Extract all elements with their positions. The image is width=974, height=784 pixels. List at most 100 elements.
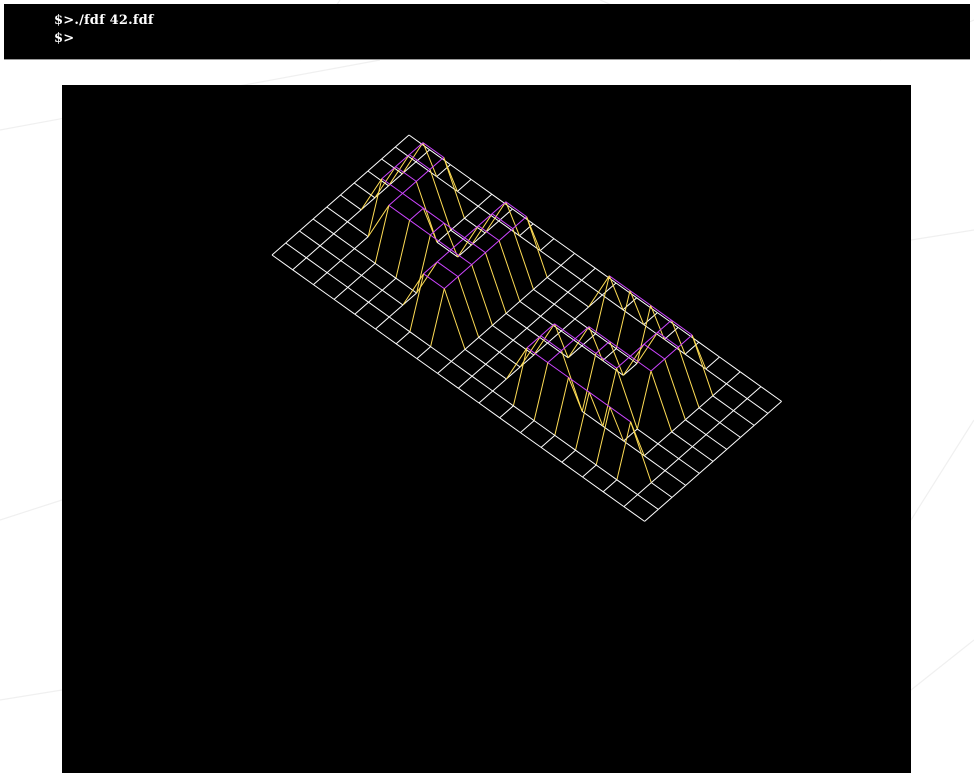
wireframe-edge	[636, 297, 658, 314]
wireframe-edge	[595, 275, 610, 334]
wireframe-edge	[540, 335, 562, 352]
wireframe-edge	[595, 341, 610, 354]
wireframe-edge	[430, 234, 452, 251]
wireframe-edge	[367, 158, 382, 172]
wireframe-edge	[581, 279, 603, 296]
wireframe-edge	[375, 316, 390, 330]
wireframe-edge	[333, 233, 355, 250]
wireframe-edge	[520, 432, 542, 448]
wireframe-edge	[705, 422, 721, 435]
wireframe-edge	[312, 218, 335, 235]
wireframe-edge	[664, 358, 686, 420]
wireframe-edge	[498, 240, 521, 302]
wireframe-edge	[436, 249, 452, 263]
wireframe-edge	[651, 482, 673, 498]
wireframe-edge	[746, 398, 769, 414]
wireframe-edge	[354, 236, 369, 249]
wireframe-edge	[540, 303, 555, 317]
wireframe-edge	[478, 390, 494, 404]
wireframe-edge	[395, 331, 411, 345]
wireframe-edge	[657, 319, 672, 333]
fdf-render-window[interactable]	[62, 85, 911, 773]
wireframe-edge	[395, 277, 417, 294]
wireframe-edge	[458, 387, 480, 404]
wireframe-edge	[692, 446, 714, 462]
wireframe-edge	[581, 267, 596, 281]
wireframe-edge	[347, 286, 369, 303]
wireframe-edge	[340, 248, 355, 261]
wireframe-edge	[657, 331, 679, 348]
wireframe-edge	[457, 264, 473, 277]
wireframe-edge	[354, 248, 376, 264]
wireframe-edge	[451, 360, 473, 377]
wireframe-edge	[471, 264, 493, 326]
wireframe-edge	[464, 205, 479, 219]
wireframe-edge	[560, 318, 576, 332]
wireframe-edge	[539, 238, 555, 251]
wireframe-edge	[519, 300, 541, 317]
wireframe-edge	[560, 264, 582, 281]
wireframe-edge	[685, 473, 700, 486]
wireframe-edge	[306, 245, 321, 259]
wireframe-edge	[471, 375, 493, 392]
wireframe-edge	[512, 347, 528, 406]
wireframe-edge	[547, 330, 562, 344]
wireframe-edge	[644, 509, 659, 522]
wireframe-edge	[622, 297, 638, 311]
wireframe-edge	[753, 413, 769, 426]
wireframe-edge	[505, 312, 528, 329]
wireframe-edge	[402, 273, 425, 306]
wireframe-edge	[546, 276, 569, 293]
wireframe-canvas	[271, 134, 782, 522]
wireframe-edge	[464, 348, 486, 365]
wireframe-edge	[499, 417, 521, 434]
wireframe-edge	[512, 216, 527, 229]
wireframe-edge	[678, 458, 700, 474]
wireframe-edge	[671, 419, 686, 433]
wireframe-edge	[671, 485, 687, 498]
wireframe-edge	[436, 229, 452, 243]
wireframe-edge	[512, 228, 534, 290]
wireframe-edge	[547, 350, 562, 363]
wireframe-edge	[437, 361, 452, 374]
wireframe-edge	[353, 170, 369, 184]
wireframe-edge	[409, 207, 424, 221]
wireframe-edge	[637, 494, 659, 510]
wireframe-edge	[429, 169, 452, 231]
wireframe-edge	[698, 407, 721, 424]
wireframe-edge	[726, 371, 741, 385]
wireframe-edge	[464, 337, 480, 350]
terminal-panel[interactable]: $>./fdf 42.fdf $>	[4, 4, 970, 60]
wireframe-edge	[457, 179, 472, 192]
wireframe-edge	[368, 289, 383, 303]
wireframe-edge	[478, 325, 493, 338]
wireframe-edge	[409, 154, 431, 170]
terminal-command-line: $>./fdf 42.fdf	[54, 13, 154, 28]
wireframe-edge	[705, 356, 720, 370]
wireframe-edge	[367, 205, 390, 237]
wireframe-edge	[650, 370, 673, 432]
wireframe-edge	[739, 371, 762, 388]
wireframe-edge	[615, 282, 637, 299]
wireframe-edge	[553, 303, 576, 320]
wireframe-edge	[443, 276, 459, 289]
wireframe-edge	[616, 368, 638, 430]
wireframe-edge	[347, 221, 369, 238]
wireframe-edge	[650, 358, 666, 372]
wireframe-edge	[546, 265, 562, 278]
wireframe-edge	[601, 282, 617, 296]
wireframe-edge	[313, 284, 335, 300]
wireframe-edge	[540, 446, 563, 463]
wireframe-edge	[374, 262, 397, 279]
wireframe-edge	[712, 395, 734, 412]
wireframe-edge	[643, 343, 665, 360]
wireframe-edge	[326, 260, 342, 273]
wireframe-edge	[450, 217, 465, 231]
wireframe-edge	[664, 346, 679, 360]
wireframe-edge	[643, 443, 659, 457]
wireframe-edge	[602, 491, 625, 508]
wireframe-edge	[347, 209, 362, 223]
wireframe-edge	[388, 304, 404, 318]
wireframe-edge	[492, 324, 514, 341]
wireframe-edge	[499, 339, 514, 353]
